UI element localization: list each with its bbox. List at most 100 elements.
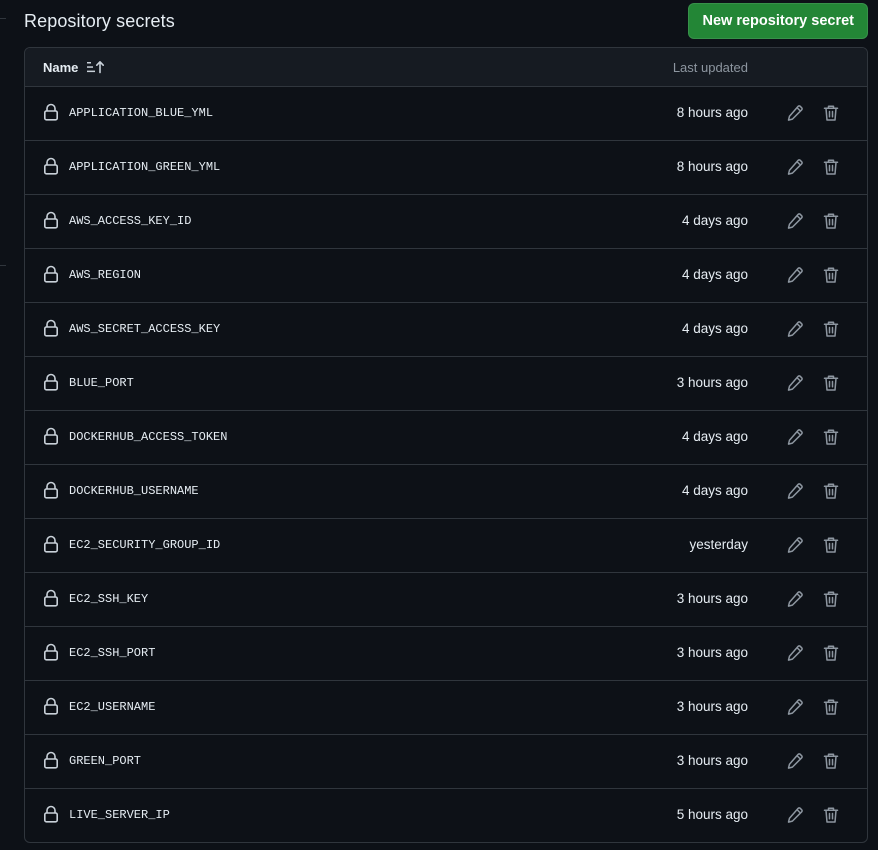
lock-icon <box>43 427 59 445</box>
edit-secret-button[interactable] <box>786 482 804 500</box>
table-row: EC2_SSH_KEY 3 hours ago <box>25 573 867 627</box>
table-row: AWS_REGION 4 days ago <box>25 249 867 303</box>
delete-secret-button[interactable] <box>822 374 840 392</box>
trash-icon <box>822 213 840 234</box>
edit-secret-button[interactable] <box>786 752 804 770</box>
table-header: Name Last updated <box>25 48 867 87</box>
sort-ascending-icon <box>86 60 105 74</box>
secret-name: DOCKERHUB_ACCESS_TOKEN <box>69 430 228 444</box>
edit-secret-button[interactable] <box>786 320 804 338</box>
table-row: BLUE_PORT 3 hours ago <box>25 357 867 411</box>
delete-secret-button[interactable] <box>822 266 840 284</box>
pencil-icon <box>786 807 804 828</box>
last-updated: 3 hours ago <box>676 591 748 606</box>
trash-icon <box>822 105 840 126</box>
secret-name: EC2_SSH_PORT <box>69 646 156 660</box>
secret-name: AWS_ACCESS_KEY_ID <box>69 214 192 228</box>
delete-secret-button[interactable] <box>822 644 840 662</box>
column-header-last-updated: Last updated <box>672 59 748 75</box>
trash-icon <box>822 537 840 558</box>
edit-secret-button[interactable] <box>786 806 804 824</box>
last-updated: 8 hours ago <box>676 105 748 120</box>
edit-secret-button[interactable] <box>786 212 804 230</box>
pencil-icon <box>786 375 804 396</box>
delete-secret-button[interactable] <box>822 320 840 338</box>
trash-icon <box>822 267 840 288</box>
secret-name: LIVE_SERVER_IP <box>69 808 170 822</box>
last-updated: 5 hours ago <box>676 807 748 822</box>
lock-icon <box>43 319 59 337</box>
table-row: GREEN_PORT 3 hours ago <box>25 735 867 789</box>
edit-secret-button[interactable] <box>786 644 804 662</box>
edit-secret-button[interactable] <box>786 266 804 284</box>
lock-icon <box>43 589 59 607</box>
edit-secret-button[interactable] <box>786 428 804 446</box>
lock-icon <box>43 157 59 175</box>
edit-secret-button[interactable] <box>786 104 804 122</box>
edit-secret-button[interactable] <box>786 698 804 716</box>
delete-secret-button[interactable] <box>822 536 840 554</box>
secret-name: APPLICATION_BLUE_YML <box>69 106 214 120</box>
pencil-icon <box>786 537 804 558</box>
edit-secret-button[interactable] <box>786 158 804 176</box>
trash-icon <box>822 699 840 720</box>
pencil-icon <box>786 645 804 666</box>
last-updated: 3 hours ago <box>676 375 748 390</box>
pencil-icon <box>786 699 804 720</box>
table-row: DOCKERHUB_ACCESS_TOKEN 4 days ago <box>25 411 867 465</box>
secret-name: EC2_USERNAME <box>69 700 156 714</box>
delete-secret-button[interactable] <box>822 752 840 770</box>
pencil-icon <box>786 321 804 342</box>
trash-icon <box>822 159 840 180</box>
edit-secret-button[interactable] <box>786 374 804 392</box>
secret-name: EC2_SECURITY_GROUP_ID <box>69 538 221 552</box>
delete-secret-button[interactable] <box>822 698 840 716</box>
delete-secret-button[interactable] <box>822 590 840 608</box>
delete-secret-button[interactable] <box>822 806 840 824</box>
last-updated: 4 days ago <box>681 267 748 282</box>
edit-secret-button[interactable] <box>786 590 804 608</box>
last-updated: 4 days ago <box>681 429 748 444</box>
table-row: EC2_SECURITY_GROUP_ID yesterday <box>25 519 867 573</box>
last-updated: 4 days ago <box>681 321 748 336</box>
last-updated: yesterday <box>689 537 748 552</box>
pencil-icon <box>786 753 804 774</box>
secret-name: AWS_SECRET_ACCESS_KEY <box>69 322 221 336</box>
lock-icon <box>43 535 59 553</box>
page-title: Repository secrets <box>24 11 175 31</box>
edit-secret-button[interactable] <box>786 536 804 554</box>
delete-secret-button[interactable] <box>822 212 840 230</box>
pencil-icon <box>786 591 804 612</box>
secret-name: BLUE_PORT <box>69 376 134 390</box>
table-row: AWS_ACCESS_KEY_ID 4 days ago <box>25 195 867 249</box>
lock-icon <box>43 481 59 499</box>
delete-secret-button[interactable] <box>822 482 840 500</box>
pencil-icon <box>786 105 804 126</box>
table-row: EC2_USERNAME 3 hours ago <box>25 681 867 735</box>
pencil-icon <box>786 213 804 234</box>
lock-icon <box>43 643 59 661</box>
lock-icon <box>43 751 59 769</box>
sort-by-name-button[interactable]: Name <box>43 60 105 75</box>
delete-secret-button[interactable] <box>822 104 840 122</box>
trash-icon <box>822 645 840 666</box>
last-updated: 3 hours ago <box>676 753 748 768</box>
trash-icon <box>822 591 840 612</box>
lock-icon <box>43 265 59 283</box>
new-repository-secret-button[interactable]: New repository secret <box>688 3 868 39</box>
pencil-icon <box>786 483 804 504</box>
table-row: APPLICATION_GREEN_YML 8 hours ago <box>25 141 867 195</box>
table-row: APPLICATION_BLUE_YML 8 hours ago <box>25 87 867 141</box>
trash-icon <box>822 375 840 396</box>
lock-icon <box>43 103 59 121</box>
lock-icon <box>43 211 59 229</box>
delete-secret-button[interactable] <box>822 158 840 176</box>
table-row: EC2_SSH_PORT 3 hours ago <box>25 627 867 681</box>
delete-secret-button[interactable] <box>822 428 840 446</box>
table-row: LIVE_SERVER_IP 5 hours ago <box>25 789 867 842</box>
secret-name: APPLICATION_GREEN_YML <box>69 160 221 174</box>
last-updated: 3 hours ago <box>676 699 748 714</box>
table-row: DOCKERHUB_USERNAME 4 days ago <box>25 465 867 519</box>
secret-name: GREEN_PORT <box>69 754 142 768</box>
trash-icon <box>822 753 840 774</box>
